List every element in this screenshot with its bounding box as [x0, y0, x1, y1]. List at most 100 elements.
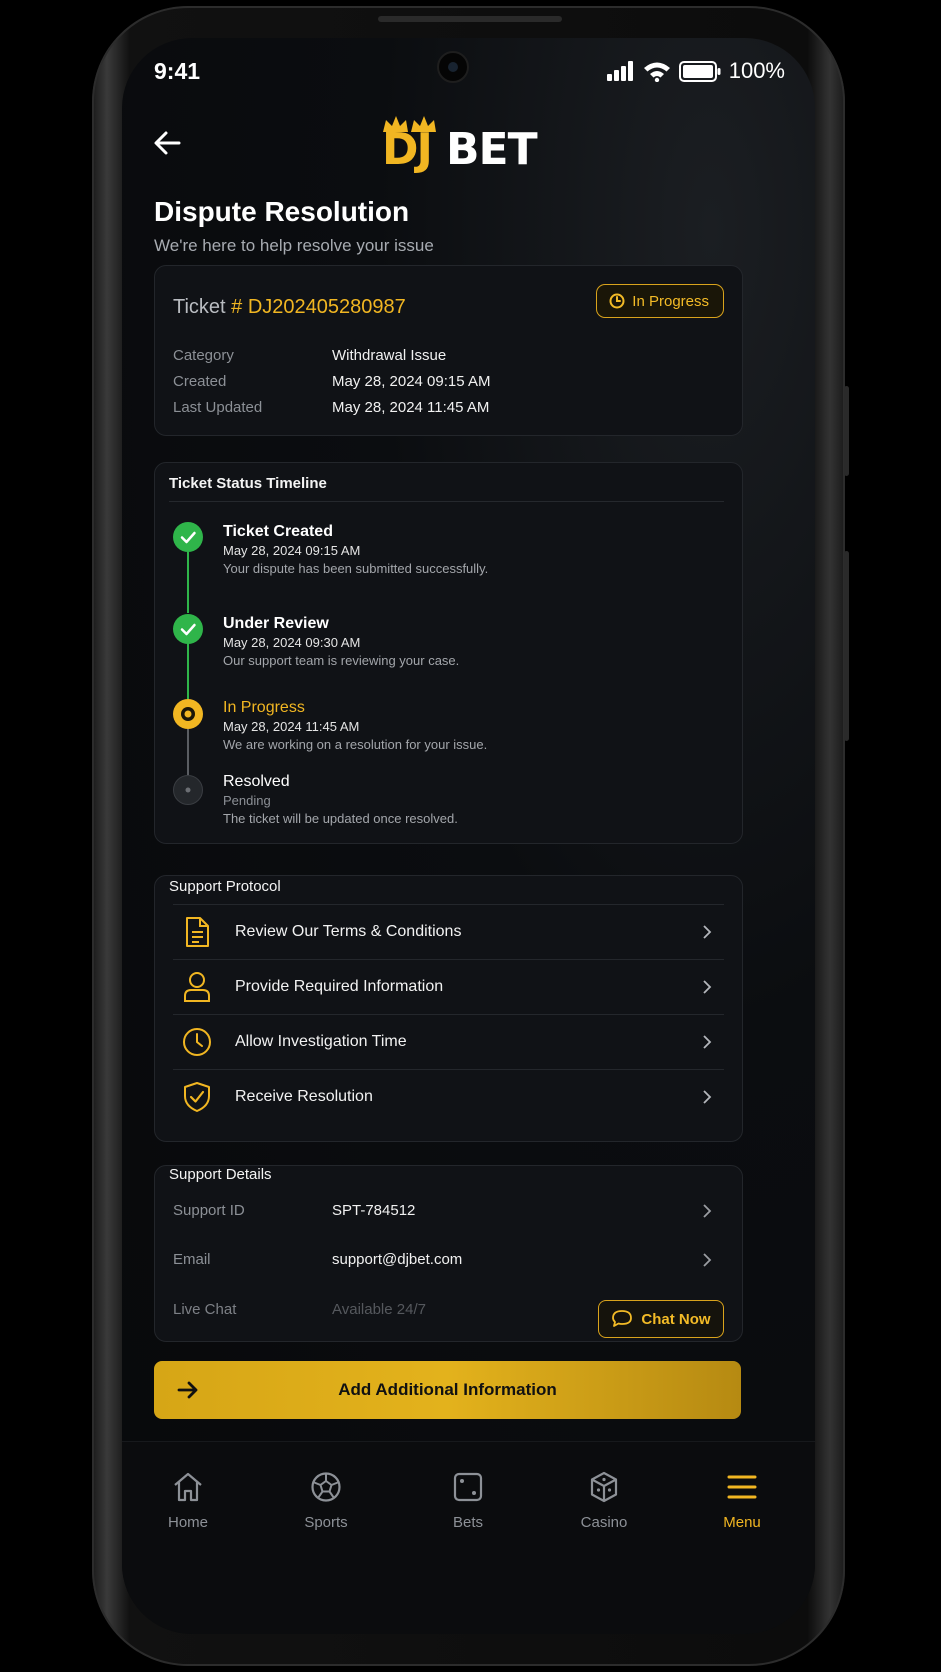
- chevron-right-icon: [703, 1203, 712, 1218]
- step-title: Under Review: [223, 615, 329, 632]
- clock-icon: [177, 1022, 217, 1062]
- pending-icon: [173, 775, 203, 805]
- email-value: support@djbet.com: [332, 1251, 463, 1268]
- email-label: Email: [173, 1251, 211, 1268]
- support-protocol-card: Support Protocol Review Our Terms & Cond…: [154, 875, 743, 1142]
- support-id-value: SPT-784512: [332, 1202, 416, 1219]
- nav-item-menu[interactable]: Menu: [692, 1470, 792, 1531]
- front-camera: [437, 51, 469, 83]
- step-date: May 28, 2024 09:30 AM: [223, 635, 361, 650]
- support-id-row[interactable]: Support ID SPT-784512: [173, 1202, 724, 1219]
- timeline-step: In Progress May 28, 2024 11:45 AM We are…: [223, 699, 487, 752]
- chat-now-label: Chat Now: [641, 1310, 711, 1328]
- row-key: Category: [173, 347, 234, 364]
- logo-bet: BET: [446, 124, 538, 175]
- protocol-item-label: Allow Investigation Time: [235, 1033, 407, 1050]
- ticket-header: Ticket # DJ202405280987: [173, 296, 406, 319]
- chevron-right-icon: [703, 980, 712, 994]
- step-desc: We are working on a resolution for your …: [223, 737, 488, 752]
- protocol-item-investigation[interactable]: Allow Investigation Time: [173, 1014, 724, 1069]
- divider: [169, 501, 724, 502]
- support-id-label: Support ID: [173, 1202, 245, 1219]
- timeline-card: Ticket Status Timeline Ticket Created Ma…: [154, 462, 743, 844]
- status-badge: In Progress: [596, 284, 724, 318]
- add-information-label: Add Additional Information: [338, 1380, 557, 1399]
- timeline-step: Under Review May 28, 2024 09:30 AM Our s…: [223, 615, 459, 668]
- timeline-step: Resolved Pending The ticket will be upda…: [223, 773, 458, 826]
- timeline-title: Ticket Status Timeline: [169, 475, 327, 492]
- protocol-item-terms[interactable]: Review Our Terms & Conditions: [173, 904, 724, 959]
- ticket-row-last-updated: Last Updated May 28, 2024 11:45 AM: [173, 399, 489, 416]
- dice-icon: [453, 1472, 483, 1502]
- nav-item-bets[interactable]: Bets: [418, 1470, 518, 1531]
- nav-label: Bets: [452, 1514, 483, 1531]
- step-date: May 28, 2024 11:45 AM: [223, 719, 360, 734]
- volume-button: [844, 386, 849, 476]
- ticket-row-category: Category Withdrawal Issue: [173, 347, 446, 364]
- protocol-item-resolution[interactable]: Receive Resolution: [173, 1069, 724, 1124]
- step-date: May 28, 2024 09:15 AM: [223, 543, 361, 558]
- menu-icon: [727, 1475, 757, 1499]
- status-badge-label: In Progress: [632, 292, 709, 310]
- protocol-item-label: Review Our Terms & Conditions: [235, 923, 462, 940]
- chat-bubble-icon: [612, 1310, 633, 1327]
- check-icon: [173, 522, 203, 552]
- app-screen: 9:41 100% DJ BET Dispute Resolution We'r…: [122, 38, 815, 1634]
- row-value: May 28, 2024 11:45 AM: [332, 399, 490, 416]
- user-icon: [177, 967, 217, 1007]
- nav-item-casino[interactable]: Casino: [554, 1470, 654, 1531]
- chevron-right-icon: [703, 1035, 712, 1049]
- timeline-connector: [187, 551, 189, 613]
- step-title: Ticket Created: [223, 523, 333, 540]
- add-information-button[interactable]: Add Additional Information: [154, 1361, 741, 1419]
- support-details-title: Support Details: [169, 1166, 272, 1183]
- protocol-item-information[interactable]: Provide Required Information: [173, 959, 724, 1014]
- status-icons: 100%: [606, 58, 785, 84]
- document-icon: [177, 912, 217, 952]
- protocol-item-label: Receive Resolution: [235, 1088, 373, 1105]
- ticket-card: Ticket # DJ202405280987 In Progress Cate…: [154, 265, 743, 436]
- page-subtitle: We're here to help resolve your issue: [154, 236, 434, 255]
- support-details-card: Support Details Support ID SPT-784512 Em…: [154, 1165, 743, 1342]
- battery-percentage: 100%: [728, 58, 785, 83]
- nav-label: Home: [167, 1514, 208, 1531]
- ticket-id: DJ202405280987: [247, 296, 406, 318]
- step-date: Pending: [223, 793, 271, 808]
- shield-icon: [177, 1077, 217, 1117]
- chevron-right-icon: [703, 1090, 712, 1104]
- ball-icon: [311, 1472, 341, 1502]
- ticket-row-created: Created May 28, 2024 09:15 AM: [173, 373, 490, 390]
- timeline-step: Ticket Created May 28, 2024 09:15 AM You…: [223, 523, 488, 576]
- ticket-label: Ticket: [173, 296, 226, 318]
- chevron-right-icon: [703, 1252, 712, 1267]
- status-time: 9:41: [154, 58, 201, 84]
- home-icon: [174, 1472, 202, 1502]
- protocol-title: Support Protocol: [169, 878, 281, 895]
- chat-now-button[interactable]: Chat Now: [598, 1300, 724, 1338]
- battery-icon: [678, 60, 721, 82]
- row-value: May 28, 2024 09:15 AM: [332, 373, 491, 390]
- email-row[interactable]: Email support@djbet.com: [173, 1251, 724, 1268]
- step-desc: Our support team is reviewing your case.: [223, 653, 460, 668]
- step-desc: The ticket will be updated once resolved…: [223, 811, 458, 826]
- signal-icon: [606, 61, 633, 81]
- in-progress-icon: [173, 699, 203, 729]
- nav-label: Sports: [304, 1514, 348, 1531]
- protocol-item-label: Provide Required Information: [235, 978, 444, 995]
- back-arrow-icon[interactable]: [152, 128, 182, 158]
- chevron-right-icon: [703, 925, 712, 939]
- djbet-logo: DJ BET: [380, 112, 540, 175]
- wifi-icon: [643, 62, 670, 82]
- nav-label: Casino: [580, 1514, 628, 1531]
- row-key: Last Updated: [173, 399, 263, 416]
- row-key: Created: [173, 373, 227, 390]
- cube-icon: [590, 1471, 618, 1503]
- nav-item-home[interactable]: Home: [138, 1470, 238, 1531]
- check-icon: [173, 614, 203, 644]
- nav-item-sports[interactable]: Sports: [276, 1470, 376, 1531]
- bottom-navigation: Home Sports Bets Casino Menu: [122, 1441, 815, 1634]
- arrow-right-icon: [177, 1381, 198, 1399]
- step-title: Resolved: [223, 773, 290, 790]
- timeline-connector: [187, 729, 189, 775]
- timeline-connector: [187, 643, 189, 699]
